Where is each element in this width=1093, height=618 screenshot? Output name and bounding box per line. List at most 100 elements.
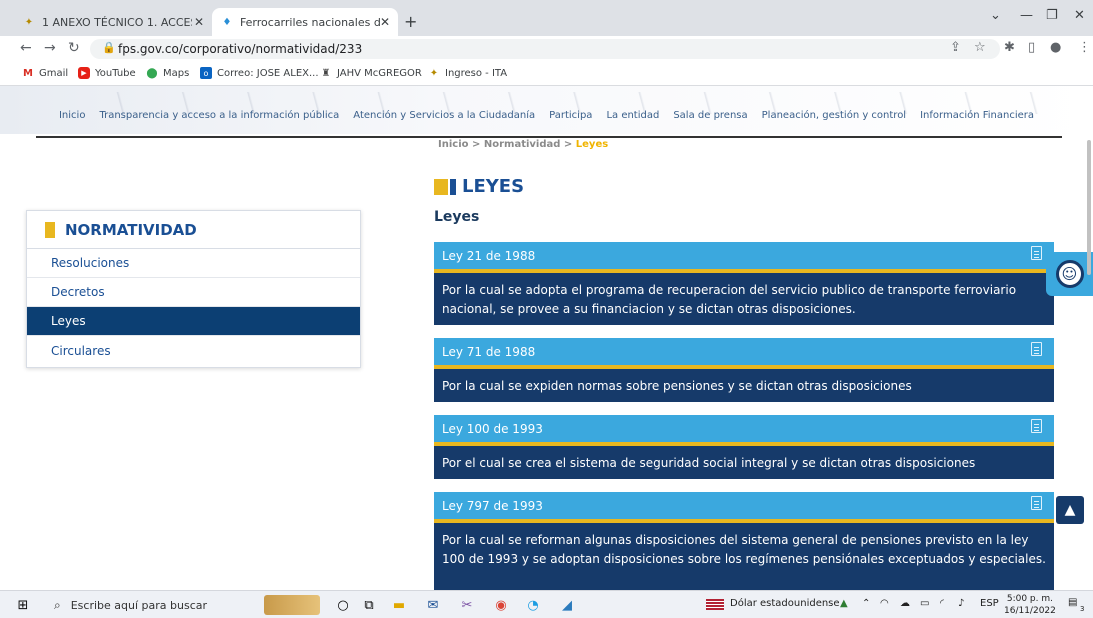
taskbar-search[interactable]: ⌕ Escribe aquí para buscar [48,593,248,617]
menu-icon[interactable]: ⋮ [1078,40,1091,55]
law-header[interactable]: Ley 797 de 1993 [434,492,1054,519]
law-header[interactable]: Ley 100 de 1993 [434,415,1054,442]
law-header[interactable]: Ley 21 de 1988 [434,242,1054,269]
nav-sala-de-prensa[interactable]: Sala de prensa [673,110,747,121]
extensions-icon[interactable]: ✱ [1004,40,1015,55]
law-card: Ley 71 de 1988 Por la cual se expiden no… [434,338,1054,402]
battery-icon[interactable]: ▭ [920,598,929,609]
document-icon[interactable] [1031,246,1042,260]
taskbar-clock[interactable]: 5:00 p. m. 16/11/2022 [1004,593,1056,617]
sidebar-heading: NORMATIVIDAD [27,211,360,249]
task-view-icon[interactable]: ⧉ [358,595,380,615]
volume-icon[interactable]: ♪ [958,598,964,609]
edge-icon[interactable]: ◔ [522,595,544,615]
onedrive-icon[interactable]: ☁ [900,598,910,609]
law-header[interactable]: Ley 71 de 1988 [434,338,1054,365]
document-icon[interactable] [1031,496,1042,510]
nav-informacion-financiera[interactable]: Información Financiera [920,110,1034,121]
forward-icon[interactable]: → [44,40,56,56]
file-explorer-icon[interactable]: ▬ [388,595,410,615]
accessibility-icon: ☺ [1055,260,1084,288]
law-title[interactable]: Ley 100 de 1993 [442,422,543,436]
nav-inicio[interactable]: Inicio [59,110,85,121]
sidebar-item-decretos[interactable]: Decretos [27,278,360,307]
scroll-to-top-button[interactable]: ▲ [1056,496,1084,524]
nav-transparencia[interactable]: Transparencia y acceso a la información … [99,110,339,121]
law-description: Por la cual se reforman algunas disposic… [434,523,1054,591]
bookmark-label: Correo: JOSE ALEX... [217,67,319,79]
notifications-icon[interactable]: ▤ [1068,597,1077,608]
bookmark-star-icon[interactable]: ☆ [974,40,986,55]
share-icon[interactable]: ⇪ [950,40,961,55]
side-panel-icon[interactable]: ▯ [1028,40,1035,55]
windows-taskbar: ⊞ ⌕ Escribe aquí para buscar ○ ⧉ ▬ ✉ ✂ ◉… [0,590,1093,618]
sidebar-item-circulares[interactable]: Circulares [27,336,360,365]
bookmark-correo[interactable]: o Correo: JOSE ALEX... [200,67,319,79]
browser-tab-anexo[interactable]: ✦ 1 ANEXO TÉCNICO 1. ACCESIBILI ✕ [14,8,212,36]
minimize-icon[interactable]: — [1020,8,1033,23]
news-widget-icon[interactable] [264,595,320,615]
sidebar-item-leyes[interactable]: Leyes [27,307,360,336]
header-divider [36,136,1062,138]
sidebar-item-resoluciones[interactable]: Resoluciones [27,249,360,278]
browser-tab-ferrocarriles[interactable]: ♦ Ferrocarriles nacionales de Colo ✕ [212,8,398,36]
flame-icon: ♦ [222,16,232,28]
chrome-icon[interactable]: ◉ [490,595,512,615]
windows-start-icon[interactable]: ⊞ [12,595,34,615]
close-tab-icon[interactable]: ✕ [380,15,390,29]
breadcrumb-section[interactable]: Normatividad [484,139,561,150]
tab-search-icon[interactable]: ⌄ [990,8,1001,23]
profile-icon[interactable]: ● [1050,40,1061,55]
bookmark-gmail[interactable]: M Gmail [22,67,68,79]
notification-count: 3 [1080,605,1085,613]
taskbar-search-placeholder: Escribe aquí para buscar [70,598,208,612]
sidebar-heading-text: NORMATIVIDAD [65,220,197,239]
back-icon[interactable]: ← [20,40,32,56]
mcgregor-icon: ♜ [321,67,331,79]
snipping-tool-icon[interactable]: ✂ [456,595,478,615]
heading-marker-icon [45,221,55,238]
nav-participa[interactable]: Participa [549,110,592,121]
bookmark-label: YouTube [95,67,136,79]
section-subtitle: Leyes [434,209,480,225]
currency-widget[interactable]: Dólar estadounidense [730,598,840,609]
bookmark-maps[interactable]: ⬤ Maps [146,67,189,79]
reload-icon[interactable]: ↻ [68,40,80,56]
maps-icon: ⬤ [146,67,158,79]
us-flag-icon[interactable] [706,599,724,610]
page-scrollbar[interactable] [1087,140,1091,275]
mail-icon[interactable]: ✉ [422,595,444,615]
breadcrumb-home[interactable]: Inicio [438,139,469,150]
page-title-text: LEYES [462,176,525,197]
wifi-icon[interactable]: ◜ [940,598,944,609]
law-title[interactable]: Ley 71 de 1988 [442,345,535,359]
paint-icon[interactable]: ◢ [556,595,578,615]
cortana-icon[interactable]: ○ [332,595,354,615]
gmail-icon: M [23,67,33,79]
new-tab-icon[interactable]: + [404,12,417,31]
language-indicator[interactable]: ESP [980,598,999,609]
fps-icon: ✦ [24,16,34,28]
restore-icon[interactable]: ❐ [1046,8,1058,23]
network-icon[interactable]: ◠ [880,598,889,609]
title-marker-icon [434,178,456,195]
close-tab-icon[interactable]: ✕ [194,15,204,29]
bookmark-label: Gmail [39,67,69,79]
bookmark-youtube[interactable]: ▶ YouTube [78,67,136,79]
document-icon[interactable] [1031,342,1042,356]
accessibility-button[interactable]: ☺ [1046,252,1093,296]
lock-icon[interactable]: 🔒 [102,41,116,54]
law-title[interactable]: Ley 21 de 1988 [442,249,535,263]
tray-app-icon[interactable]: ▲ [840,598,848,609]
nav-atencion[interactable]: Atención y Servicios a la Ciudadanía [353,110,535,121]
bookmark-mcgregor[interactable]: ♜ JAHV McGREGOR [320,67,422,79]
close-window-icon[interactable]: ✕ [1074,8,1085,23]
breadcrumb-current: Leyes [575,139,609,150]
document-icon[interactable] [1031,419,1042,433]
nav-planeacion[interactable]: Planeación, gestión y control [762,110,906,121]
law-title[interactable]: Ley 797 de 1993 [442,499,543,513]
bookmark-ita[interactable]: ✦ Ingreso - ITA [428,67,507,79]
nav-la-entidad[interactable]: La entidad [606,110,659,121]
show-hidden-icons-icon[interactable]: ⌃ [862,598,870,609]
url-field[interactable]: 🔒 fps.gov.co/corporativo/normatividad/23… [90,39,1000,59]
